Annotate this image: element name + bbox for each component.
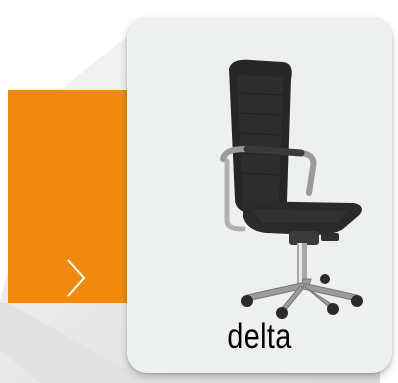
office-chair-image xyxy=(220,59,363,319)
page: { "product": { "name": "delta", "image_i… xyxy=(0,0,398,383)
chevron-right-icon xyxy=(67,259,86,297)
product-card[interactable]: delta xyxy=(127,17,392,373)
product-name: delta xyxy=(227,317,292,356)
